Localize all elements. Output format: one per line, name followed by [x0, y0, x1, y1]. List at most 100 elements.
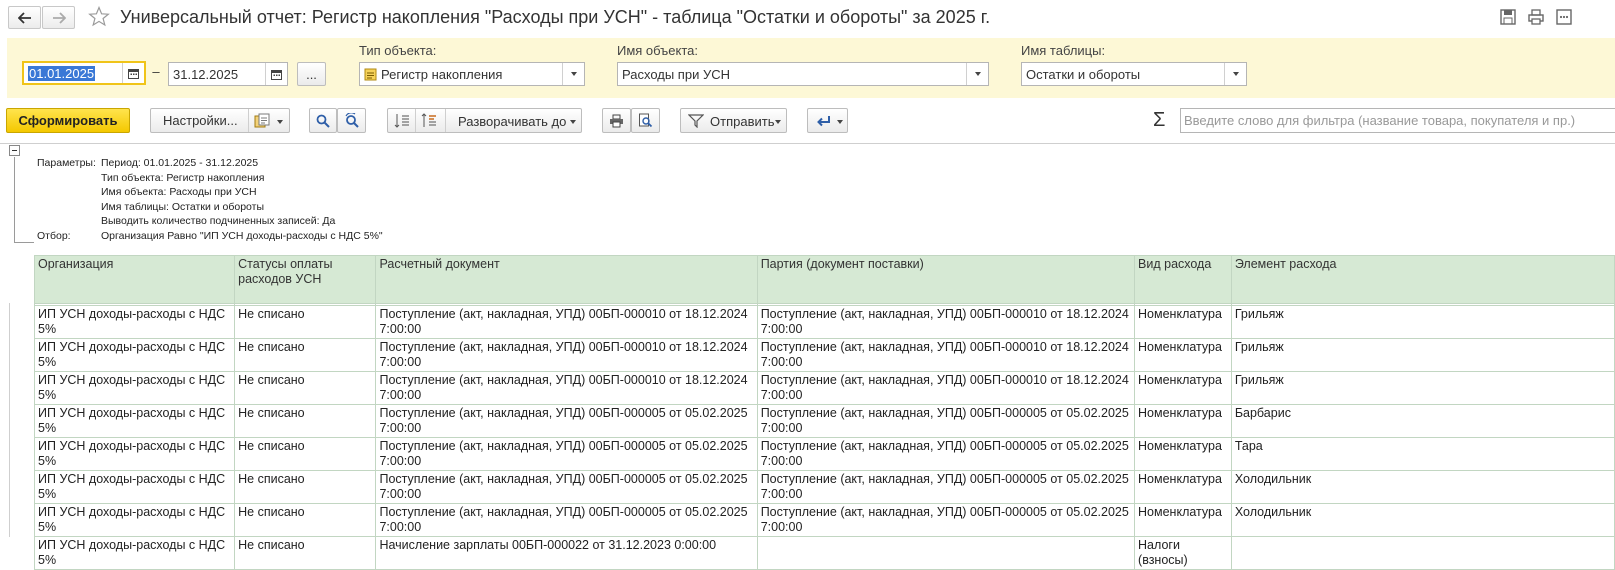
table-row[interactable]: ИП УСН доходы-расходы с НДС 5% Не списано… [33, 305, 1615, 339]
find-button[interactable] [309, 108, 337, 133]
collapse-groups-icon[interactable] [394, 113, 410, 131]
cell-expense-type[interactable]: Номенклатура [1134, 404, 1232, 438]
cell-payment-status[interactable]: Не списано [234, 338, 377, 372]
table-row[interactable]: ИП УСН доходы-расходы с НДС 5% Не списано… [33, 371, 1615, 405]
cell-settlement-document[interactable]: Поступление (акт, накладная, УПД) 00БП-0… [375, 404, 758, 438]
chevron-down-icon[interactable] [562, 63, 584, 85]
collapse-group-icon[interactable] [9, 145, 20, 156]
cell-expense-type[interactable]: Номенклатура [1134, 338, 1232, 372]
cell-settlement-document[interactable]: Поступление (акт, накладная, УПД) 00БП-0… [375, 305, 758, 339]
more-icon[interactable] [1555, 8, 1573, 26]
cell-payment-status[interactable]: Не списано [234, 503, 377, 537]
table-header-row: Организация Статусы оплаты расходов УСН … [33, 255, 1615, 304]
cell-organization[interactable]: ИП УСН доходы-расходы с НДС 5% [33, 371, 236, 405]
cell-expense-element[interactable] [1230, 536, 1615, 570]
cell-expense-element[interactable]: Грильяж [1230, 371, 1615, 405]
column-header-settlement-document[interactable]: Расчетный документ [375, 255, 758, 304]
cell-expense-element[interactable]: Холодильник [1230, 470, 1615, 504]
cell-expense-type[interactable]: Номенклатура [1134, 437, 1232, 471]
table-row[interactable]: ИП УСН доходы-расходы с НДС 5% Не списано… [33, 338, 1615, 372]
cell-expense-type[interactable]: Номенклатура [1134, 470, 1232, 504]
cell-settlement-document[interactable]: Поступление (акт, накладная, УПД) 00БП-0… [375, 338, 758, 372]
cell-payment-status[interactable]: Не списано [234, 437, 377, 471]
table-row[interactable]: ИП УСН доходы-расходы с НДС 5% Не списано… [33, 503, 1615, 537]
print-icon[interactable] [1527, 8, 1545, 26]
cell-settlement-document[interactable]: Поступление (акт, накладная, УПД) 00БП-0… [375, 470, 758, 504]
back-button[interactable] [8, 6, 41, 29]
cell-expense-element[interactable]: Холодильник [1230, 503, 1615, 537]
cell-expense-type[interactable]: Налоги (взносы) [1134, 536, 1232, 570]
variants-icon[interactable] [254, 113, 270, 131]
favorite-star-icon[interactable] [88, 6, 110, 27]
cell-organization[interactable]: ИП УСН доходы-расходы с НДС 5% [33, 338, 236, 372]
preview-button[interactable] [631, 108, 660, 133]
cell-batch[interactable]: Поступление (акт, накладная, УПД) 00БП-0… [756, 305, 1136, 339]
settings-button[interactable]: Настройки... [150, 108, 290, 133]
cell-organization[interactable]: ИП УСН доходы-расходы с НДС 5% [33, 404, 236, 438]
cell-payment-status[interactable]: Не списано [234, 371, 377, 405]
cell-expense-element[interactable]: Тара [1230, 437, 1615, 471]
table-row[interactable]: ИП УСН доходы-расходы с НДС 5% Не списано… [33, 536, 1615, 570]
cell-settlement-document[interactable]: Поступление (акт, накладная, УПД) 00БП-0… [375, 503, 758, 537]
sigma-icon[interactable]: Σ [1153, 108, 1165, 132]
cell-expense-element[interactable]: Грильяж [1230, 338, 1615, 372]
cell-settlement-document[interactable]: Поступление (акт, накладная, УПД) 00БП-0… [375, 371, 758, 405]
cell-batch[interactable]: Поступление (акт, накладная, УПД) 00БП-0… [756, 437, 1136, 471]
column-header-payment-status[interactable]: Статусы оплаты расходов УСН [234, 255, 377, 304]
send-button[interactable]: Отправить [680, 108, 787, 133]
cell-payment-status[interactable]: Не списано [234, 305, 377, 339]
calendar-icon[interactable] [122, 63, 144, 83]
cell-organization[interactable]: ИП УСН доходы-расходы с НДС 5% [33, 437, 236, 471]
cell-batch[interactable]: Поступление (акт, накладная, УПД) 00БП-0… [756, 404, 1136, 438]
object-name-select[interactable]: Расходы при УСН [617, 62, 989, 86]
cell-payment-status[interactable]: Не списано [234, 470, 377, 504]
expand-to-label[interactable]: Разворачивать до [458, 114, 566, 129]
period-end-field[interactable]: 31.12.2025 [168, 62, 288, 86]
object-type-select[interactable]: Регистр накопления [359, 62, 585, 86]
chevron-down-icon[interactable] [966, 63, 988, 85]
cell-payment-status[interactable]: Не списано [234, 536, 377, 570]
navigation-button[interactable] [807, 108, 848, 133]
cell-organization[interactable]: ИП УСН доходы-расходы с НДС 5% [33, 305, 236, 339]
cell-settlement-document[interactable]: Поступление (акт, накладная, УПД) 00БП-0… [375, 437, 758, 471]
cell-batch[interactable] [756, 536, 1136, 570]
find-next-button[interactable] [337, 108, 366, 133]
chevron-down-icon[interactable] [1224, 63, 1246, 85]
param-period: Период: 01.01.2025 - 31.12.2025 [101, 157, 259, 169]
column-header-batch[interactable]: Партия (документ поставки) [756, 255, 1136, 304]
cell-organization[interactable]: ИП УСН доходы-расходы с НДС 5% [33, 536, 236, 570]
printer-icon [610, 114, 623, 127]
column-header-organization[interactable]: Организация [33, 255, 236, 304]
save-icon[interactable] [1499, 8, 1517, 26]
cell-batch[interactable]: Поступление (акт, накладная, УПД) 00БП-0… [756, 338, 1136, 372]
cell-expense-element[interactable]: Барбарис [1230, 404, 1615, 438]
column-header-expense-element[interactable]: Элемент расхода [1230, 255, 1615, 304]
cell-organization[interactable]: ИП УСН доходы-расходы с НДС 5% [33, 503, 236, 537]
forward-button[interactable] [42, 6, 75, 29]
print-button[interactable] [602, 108, 631, 133]
cell-settlement-document[interactable]: Начисление зарплаты 00БП-000022 от 31.12… [375, 536, 758, 570]
cell-payment-status[interactable]: Не списано [234, 404, 377, 438]
cell-batch[interactable]: Поступление (акт, накладная, УПД) 00БП-0… [756, 470, 1136, 504]
cell-batch[interactable]: Поступление (акт, накладная, УПД) 00БП-0… [756, 503, 1136, 537]
table-row[interactable]: ИП УСН доходы-расходы с НДС 5% Не списано… [33, 404, 1615, 438]
cell-expense-type[interactable]: Номенклатура [1134, 371, 1232, 405]
generate-button[interactable]: Сформировать [6, 108, 130, 133]
expand-groups-icon[interactable] [421, 113, 437, 131]
column-header-expense-type[interactable]: Вид расхода [1134, 255, 1232, 304]
table-name-select[interactable]: Остатки и обороты [1021, 62, 1247, 86]
grouping-area-line [9, 303, 10, 537]
cell-organization[interactable]: ИП УСН доходы-расходы с НДС 5% [33, 470, 236, 504]
settings-button-label: Настройки... [163, 113, 238, 128]
filter-input[interactable]: Введите слово для фильтра (название това… [1180, 108, 1615, 133]
cell-batch[interactable]: Поступление (акт, накладная, УПД) 00БП-0… [756, 371, 1136, 405]
cell-expense-type[interactable]: Номенклатура [1134, 305, 1232, 339]
object-name-value: Расходы при УСН [622, 66, 730, 82]
table-row[interactable]: ИП УСН доходы-расходы с НДС 5% Не списано… [33, 437, 1615, 471]
period-select-button[interactable]: ... [297, 62, 326, 86]
period-start-field[interactable]: 01.01.2025 [22, 61, 146, 85]
cell-expense-element[interactable]: Грильяж [1230, 305, 1615, 339]
table-row[interactable]: ИП УСН доходы-расходы с НДС 5% Не списано… [33, 470, 1615, 504]
calendar-icon[interactable] [265, 63, 287, 85]
cell-expense-type[interactable]: Номенклатура [1134, 503, 1232, 537]
